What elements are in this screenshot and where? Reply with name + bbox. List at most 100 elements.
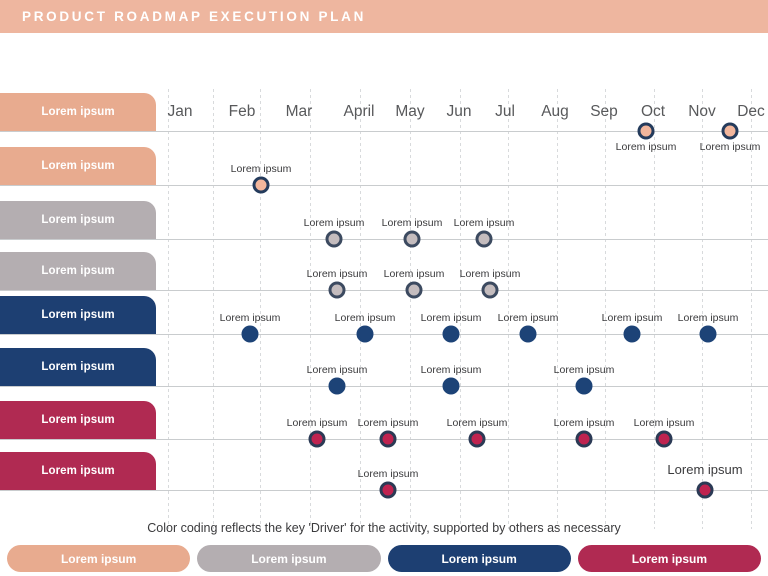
title-bar: PRODUCT ROADMAP EXECUTION PLAN (0, 0, 768, 33)
month-label-may: May (395, 103, 425, 120)
milestone-caption: Lorem ipsum (230, 163, 292, 175)
milestone-marker[interactable] (481, 281, 499, 299)
milestone-marker[interactable] (721, 122, 739, 140)
milestone-caption: Lorem ipsum (420, 364, 482, 376)
milestone-marker[interactable] (475, 230, 493, 248)
month-label-jun: Jun (446, 103, 472, 120)
row-label-tab[interactable]: Lorem ipsum (0, 401, 156, 439)
gridline-vertical (168, 89, 169, 529)
row-label-tab[interactable]: Lorem ipsum (0, 201, 156, 239)
row-label-tab[interactable]: Lorem ipsum (0, 93, 156, 131)
legend-pill-label: Lorem ipsum (251, 551, 327, 566)
milestone-marker[interactable] (637, 122, 655, 140)
page-title: PRODUCT ROADMAP EXECUTION PLAN (22, 9, 367, 24)
milestone-caption: Lorem ipsum (699, 141, 761, 153)
row-label-tab[interactable]: Lorem ipsum (0, 296, 156, 334)
row-baseline (0, 239, 768, 240)
month-label-sep: Sep (590, 103, 618, 120)
milestone-marker[interactable] (252, 176, 270, 194)
row-label-text: Lorem ipsum (41, 414, 115, 426)
milestone-marker[interactable] (575, 377, 593, 395)
milestone-caption: Lorem ipsum (357, 468, 419, 480)
month-label-oct: Oct (640, 103, 666, 120)
row-label-text: Lorem ipsum (41, 106, 115, 118)
milestone-marker[interactable] (379, 481, 397, 499)
milestone-marker[interactable] (328, 281, 346, 299)
milestone-caption: Lorem ipsum (459, 268, 521, 280)
milestone-marker[interactable] (405, 281, 423, 299)
gridline-vertical (751, 89, 752, 529)
milestone-marker[interactable] (356, 325, 374, 343)
milestone-caption: Lorem ipsum (453, 217, 515, 229)
row-baseline (0, 290, 768, 291)
milestone-caption: Lorem ipsum (667, 462, 743, 477)
gridline-vertical (460, 89, 461, 529)
milestone-caption: Lorem ipsum (219, 312, 281, 324)
milestone-caption: Lorem ipsum (381, 217, 443, 229)
month-label-jan: Jan (167, 103, 193, 120)
gridline-vertical (654, 89, 655, 529)
milestone-marker[interactable] (519, 325, 537, 343)
milestone-marker[interactable] (468, 430, 486, 448)
milestone-marker[interactable] (442, 325, 460, 343)
milestone-caption: Lorem ipsum (383, 268, 445, 280)
row-label-text: Lorem ipsum (41, 309, 115, 321)
milestone-marker[interactable] (328, 377, 346, 395)
row-baseline (0, 334, 768, 335)
legend-pill-label: Lorem ipsum (441, 551, 517, 566)
milestone-caption: Lorem ipsum (633, 417, 695, 429)
month-label-aug: Aug (541, 103, 569, 120)
gridline-vertical (605, 89, 606, 529)
milestone-marker[interactable] (379, 430, 397, 448)
row-label-tab[interactable]: Lorem ipsum (0, 452, 156, 490)
milestone-marker[interactable] (403, 230, 421, 248)
row-label-text: Lorem ipsum (41, 265, 115, 277)
row-label-tab[interactable]: Lorem ipsum (0, 147, 156, 185)
gridline-vertical (310, 89, 311, 529)
row-label-text: Lorem ipsum (41, 214, 115, 226)
row-label-text: Lorem ipsum (41, 361, 115, 373)
milestone-caption: Lorem ipsum (357, 417, 419, 429)
row-label-text: Lorem ipsum (41, 160, 115, 172)
milestone-caption: Lorem ipsum (615, 141, 677, 153)
legend-pill-3[interactable]: Lorem ipsum (387, 545, 571, 572)
milestone-marker[interactable] (655, 430, 673, 448)
milestone-marker[interactable] (308, 430, 326, 448)
gridline-vertical (410, 89, 411, 529)
month-label-april: April (343, 103, 375, 120)
month-label-dec: Dec (737, 103, 765, 120)
row-label-tab[interactable]: Lorem ipsum (0, 252, 156, 290)
milestone-marker[interactable] (241, 325, 259, 343)
milestone-caption: Lorem ipsum (677, 312, 739, 324)
legend-pill-4[interactable]: Lorem ipsum (577, 545, 761, 572)
milestone-marker[interactable] (575, 430, 593, 448)
month-label-feb: Feb (228, 103, 256, 120)
legend-pill-2[interactable]: Lorem ipsum (197, 545, 381, 572)
month-label-mar: Mar (285, 103, 313, 120)
gridline-vertical (508, 89, 509, 529)
row-label-tab[interactable]: Lorem ipsum (0, 348, 156, 386)
milestone-caption: Lorem ipsum (306, 268, 368, 280)
milestone-caption: Lorem ipsum (420, 312, 482, 324)
milestone-marker[interactable] (696, 481, 714, 499)
milestone-caption: Lorem ipsum (306, 364, 368, 376)
milestone-marker[interactable] (699, 325, 717, 343)
milestone-caption: Lorem ipsum (497, 312, 559, 324)
month-label-jul: Jul (495, 103, 515, 120)
milestone-marker[interactable] (623, 325, 641, 343)
gridline-vertical (360, 89, 361, 529)
legend-pill-label: Lorem ipsum (60, 551, 137, 566)
gridline-vertical (260, 89, 261, 529)
milestone-marker[interactable] (442, 377, 460, 395)
row-baseline (0, 386, 768, 387)
legend-pill-label: Lorem ipsum (631, 551, 708, 566)
milestone-caption: Lorem ipsum (446, 417, 508, 429)
legend: Lorem ipsum Lorem ipsum Lorem ipsum Lorem i… (0, 545, 768, 572)
milestone-caption: Lorem ipsum (334, 312, 396, 324)
legend-pill-1[interactable]: Lorem ipsum (7, 545, 191, 572)
milestone-caption: Lorem ipsum (553, 417, 615, 429)
roadmap-chart: Jan Feb Mar April May Jun Jul Aug Sep Oct Nov Dec L… (0, 33, 768, 529)
milestone-caption: Lorem ipsum (286, 417, 348, 429)
milestone-caption: Lorem ipsum (553, 364, 615, 376)
milestone-marker[interactable] (325, 230, 343, 248)
